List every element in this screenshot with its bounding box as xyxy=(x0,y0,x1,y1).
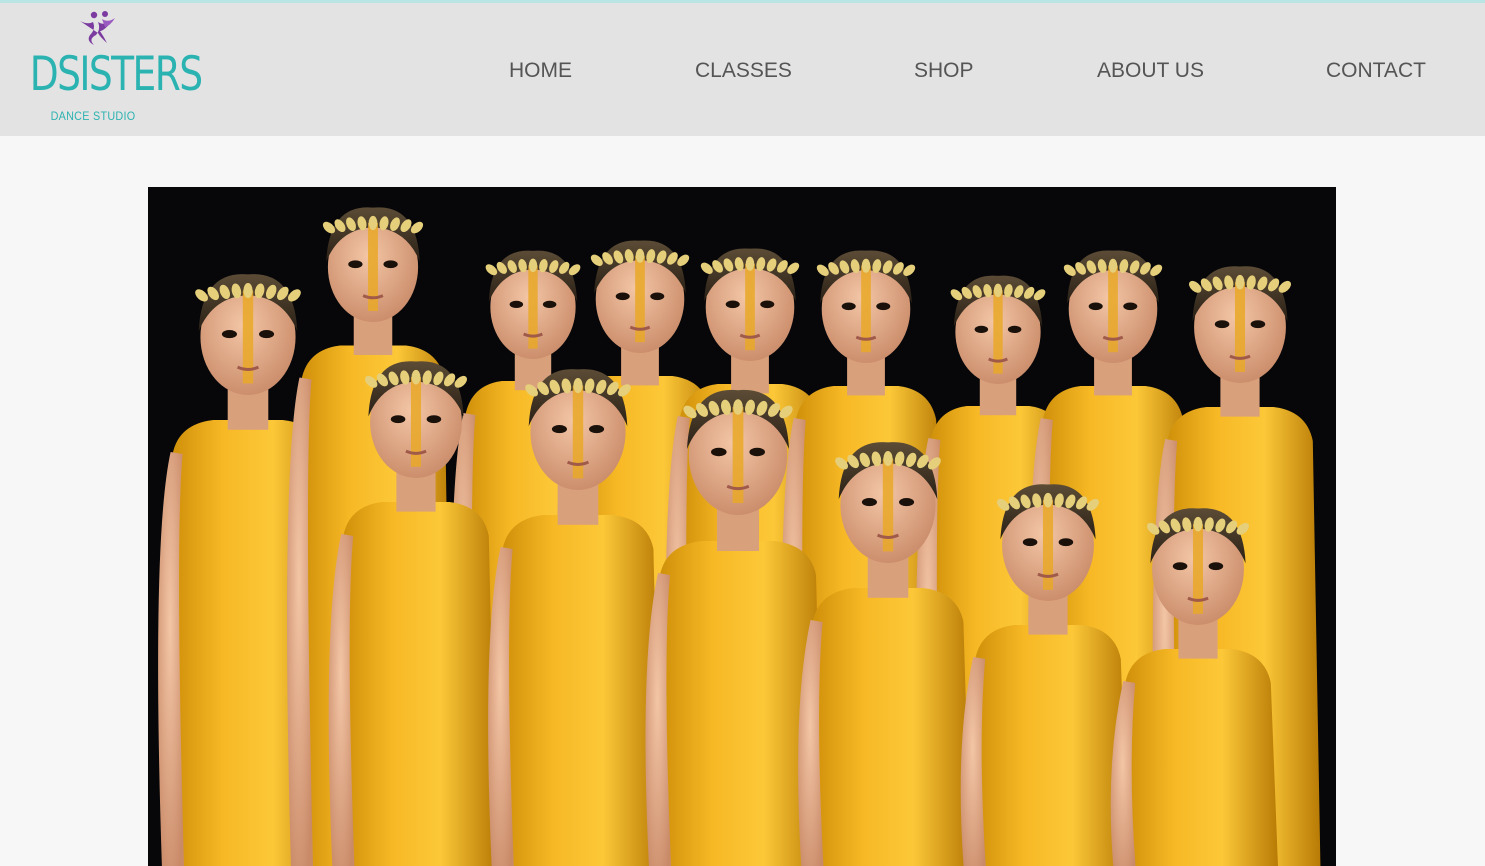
nav-contact[interactable]: CONTACT xyxy=(1326,59,1426,83)
nav-home[interactable]: HOME xyxy=(509,59,572,83)
dancers-logo-icon xyxy=(80,11,115,45)
brand-tagline: DANCE STUDIO xyxy=(50,109,136,123)
nav-classes[interactable]: CLASSES xyxy=(695,59,792,83)
nav-about-us[interactable]: ABOUT US xyxy=(1097,59,1204,83)
nav-shop[interactable]: SHOP xyxy=(914,59,974,83)
site-header: DSISTERS DANCE STUDIO HOME CLASSES SHOP … xyxy=(0,3,1485,136)
hero-image xyxy=(148,187,1336,866)
dancers-group-photo xyxy=(148,187,1336,866)
main-nav: HOME CLASSES SHOP ABOUT US CONTACT xyxy=(0,59,1485,83)
